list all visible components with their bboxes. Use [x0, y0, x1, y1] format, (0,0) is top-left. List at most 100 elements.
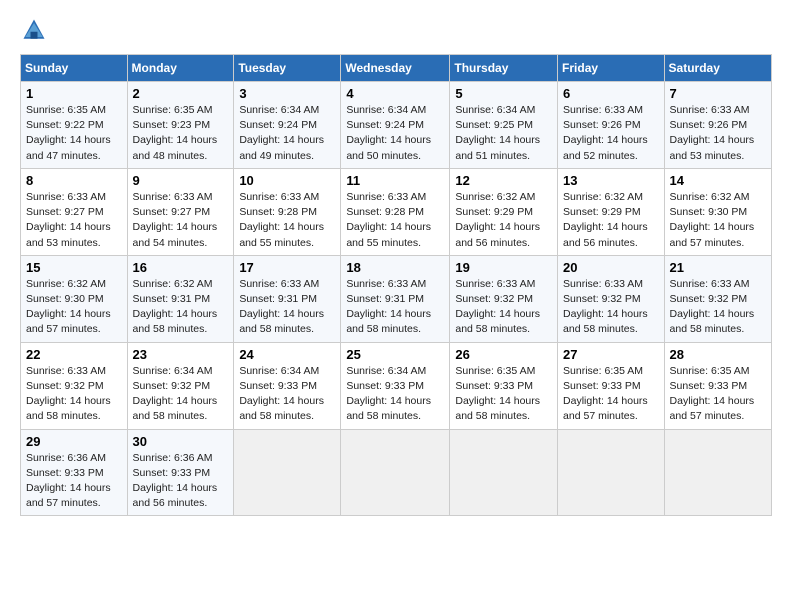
day-number: 2: [133, 86, 229, 101]
calendar-table: SundayMondayTuesdayWednesdayThursdayFrid…: [20, 54, 772, 516]
day-info: Sunrise: 6:35 AMSunset: 9:33 PMDaylight:…: [455, 364, 552, 425]
calendar-cell: 25Sunrise: 6:34 AMSunset: 9:33 PMDayligh…: [341, 342, 450, 429]
calendar-cell: 9 Sunrise: 6:33 AMSunset: 9:27 PMDaylight…: [127, 168, 234, 255]
calendar-cell: 22 Sunrise: 6:33 AMSunset: 9:32 PMDayligh…: [21, 342, 128, 429]
calendar-cell: 27 Sunrise: 6:35 AMSunset: 9:33 PMDayligh…: [558, 342, 665, 429]
day-info: Sunrise: 6:35 AMSunset: 9:22 PMDaylight:…: [26, 103, 122, 164]
calendar-cell: 28Sunrise: 6:35 AMSunset: 9:33 PMDayligh…: [664, 342, 771, 429]
day-number: 24: [239, 347, 335, 362]
day-number: 29: [26, 434, 122, 449]
calendar-cell: 6 Sunrise: 6:33 AMSunset: 9:26 PMDaylight…: [558, 82, 665, 169]
day-number: 28: [670, 347, 766, 362]
calendar-cell: 10 Sunrise: 6:33 AMSunset: 9:28 PMDayligh…: [234, 168, 341, 255]
calendar-cell: 18 Sunrise: 6:33 AMSunset: 9:31 PMDayligh…: [341, 255, 450, 342]
day-info: Sunrise: 6:34 AMSunset: 9:25 PMDaylight:…: [455, 103, 552, 164]
day-number: 14: [670, 173, 766, 188]
day-info: Sunrise: 6:35 AMSunset: 9:23 PMDaylight:…: [133, 103, 229, 164]
calendar-cell: 20 Sunrise: 6:33 AMSunset: 9:32 PMDayligh…: [558, 255, 665, 342]
calendar-cell: 7 Sunrise: 6:33 AMSunset: 9:26 PMDaylight…: [664, 82, 771, 169]
day-number: 5: [455, 86, 552, 101]
day-info: Sunrise: 6:33 AMSunset: 9:28 PMDaylight:…: [239, 190, 335, 251]
weekday-header-thursday: Thursday: [450, 55, 558, 82]
calendar-cell: 8Sunrise: 6:33 AMSunset: 9:27 PMDaylight…: [21, 168, 128, 255]
day-number: 15: [26, 260, 122, 275]
calendar-cell: 26Sunrise: 6:35 AMSunset: 9:33 PMDayligh…: [450, 342, 558, 429]
day-number: 22: [26, 347, 122, 362]
day-info: Sunrise: 6:33 AMSunset: 9:31 PMDaylight:…: [239, 277, 335, 338]
day-info: Sunrise: 6:33 AMSunset: 9:26 PMDaylight:…: [563, 103, 659, 164]
weekday-header-friday: Friday: [558, 55, 665, 82]
calendar-cell: 29Sunrise: 6:36 AMSunset: 9:33 PMDayligh…: [21, 429, 128, 516]
calendar-cell: 5 Sunrise: 6:34 AMSunset: 9:25 PMDaylight…: [450, 82, 558, 169]
day-info: Sunrise: 6:32 AMSunset: 9:29 PMDaylight:…: [455, 190, 552, 251]
calendar-cell: 24 Sunrise: 6:34 AMSunset: 9:33 PMDayligh…: [234, 342, 341, 429]
day-number: 13: [563, 173, 659, 188]
calendar-cell: [664, 429, 771, 516]
weekday-header-wednesday: Wednesday: [341, 55, 450, 82]
calendar-cell: [341, 429, 450, 516]
day-info: Sunrise: 6:34 AMSunset: 9:33 PMDaylight:…: [239, 364, 335, 425]
calendar-cell: 3 Sunrise: 6:34 AMSunset: 9:24 PMDaylight…: [234, 82, 341, 169]
week-row-2: 8 Sunrise: 6:33 AMSunset: 9:27 PMDaylight…: [21, 168, 772, 255]
day-info: Sunrise: 6:33 AMSunset: 9:31 PMDaylight:…: [346, 277, 444, 338]
day-info: Sunrise: 6:36 AMSunset: 9:33 PMDaylight:…: [133, 451, 229, 512]
day-number: 30: [133, 434, 229, 449]
calendar-cell: 30 Sunrise: 6:36 AMSunset: 9:33 PMDayligh…: [127, 429, 234, 516]
weekday-header-saturday: Saturday: [664, 55, 771, 82]
day-info: Sunrise: 6:33 AMSunset: 9:32 PMDaylight:…: [670, 277, 766, 338]
week-row-1: 1 Sunrise: 6:35 AMSunset: 9:22 PMDaylight…: [21, 82, 772, 169]
day-info: Sunrise: 6:34 AMSunset: 9:24 PMDaylight:…: [346, 103, 444, 164]
calendar-cell: 21Sunrise: 6:33 AMSunset: 9:32 PMDayligh…: [664, 255, 771, 342]
calendar-cell: 15 Sunrise: 6:32 AMSunset: 9:30 PMDayligh…: [21, 255, 128, 342]
calendar-cell: 12 Sunrise: 6:32 AMSunset: 9:29 PMDayligh…: [450, 168, 558, 255]
week-row-5: 29 Sunrise: 6:36 AMSunset: 9:33 PMDayligh…: [21, 429, 772, 516]
day-info: Sunrise: 6:32 AMSunset: 9:30 PMDaylight:…: [670, 190, 766, 251]
calendar-cell: 13 Sunrise: 6:32 AMSunset: 9:29 PMDayligh…: [558, 168, 665, 255]
header: [20, 16, 772, 44]
week-row-4: 22 Sunrise: 6:33 AMSunset: 9:32 PMDayligh…: [21, 342, 772, 429]
day-info: Sunrise: 6:33 AMSunset: 9:27 PMDaylight:…: [133, 190, 229, 251]
day-number: 12: [455, 173, 552, 188]
day-number: 20: [563, 260, 659, 275]
day-number: 6: [563, 86, 659, 101]
day-number: 23: [133, 347, 229, 362]
calendar-cell: 4 Sunrise: 6:34 AMSunset: 9:24 PMDaylight…: [341, 82, 450, 169]
day-info: Sunrise: 6:32 AMSunset: 9:31 PMDaylight:…: [133, 277, 229, 338]
day-info: Sunrise: 6:33 AMSunset: 9:32 PMDaylight:…: [26, 364, 122, 425]
calendar-cell: 11Sunrise: 6:33 AMSunset: 9:28 PMDayligh…: [341, 168, 450, 255]
day-number: 4: [346, 86, 444, 101]
logo: [20, 16, 52, 44]
week-row-3: 15 Sunrise: 6:32 AMSunset: 9:30 PMDayligh…: [21, 255, 772, 342]
calendar-cell: 2 Sunrise: 6:35 AMSunset: 9:23 PMDaylight…: [127, 82, 234, 169]
day-number: 27: [563, 347, 659, 362]
day-info: Sunrise: 6:33 AMSunset: 9:32 PMDaylight:…: [563, 277, 659, 338]
calendar-cell: 14 Sunrise: 6:32 AMSunset: 9:30 PMDayligh…: [664, 168, 771, 255]
day-info: Sunrise: 6:32 AMSunset: 9:29 PMDaylight:…: [563, 190, 659, 251]
day-info: Sunrise: 6:35 AMSunset: 9:33 PMDaylight:…: [563, 364, 659, 425]
day-number: 1: [26, 86, 122, 101]
weekday-header-monday: Monday: [127, 55, 234, 82]
day-number: 9: [133, 173, 229, 188]
day-info: Sunrise: 6:34 AMSunset: 9:32 PMDaylight:…: [133, 364, 229, 425]
day-info: Sunrise: 6:33 AMSunset: 9:32 PMDaylight:…: [455, 277, 552, 338]
day-number: 16: [133, 260, 229, 275]
day-info: Sunrise: 6:34 AMSunset: 9:33 PMDaylight:…: [346, 364, 444, 425]
calendar-cell: 16 Sunrise: 6:32 AMSunset: 9:31 PMDayligh…: [127, 255, 234, 342]
day-number: 18: [346, 260, 444, 275]
logo-icon: [20, 16, 48, 44]
day-info: Sunrise: 6:32 AMSunset: 9:30 PMDaylight:…: [26, 277, 122, 338]
calendar-cell: 23 Sunrise: 6:34 AMSunset: 9:32 PMDayligh…: [127, 342, 234, 429]
calendar-cell: [450, 429, 558, 516]
day-number: 7: [670, 86, 766, 101]
day-info: Sunrise: 6:34 AMSunset: 9:24 PMDaylight:…: [239, 103, 335, 164]
day-number: 3: [239, 86, 335, 101]
calendar-cell: 1 Sunrise: 6:35 AMSunset: 9:22 PMDaylight…: [21, 82, 128, 169]
calendar-cell: [558, 429, 665, 516]
weekday-header-row: SundayMondayTuesdayWednesdayThursdayFrid…: [21, 55, 772, 82]
day-number: 10: [239, 173, 335, 188]
day-number: 11: [346, 173, 444, 188]
page: SundayMondayTuesdayWednesdayThursdayFrid…: [0, 0, 792, 612]
day-number: 8: [26, 173, 122, 188]
calendar-cell: [234, 429, 341, 516]
day-info: Sunrise: 6:33 AMSunset: 9:26 PMDaylight:…: [670, 103, 766, 164]
